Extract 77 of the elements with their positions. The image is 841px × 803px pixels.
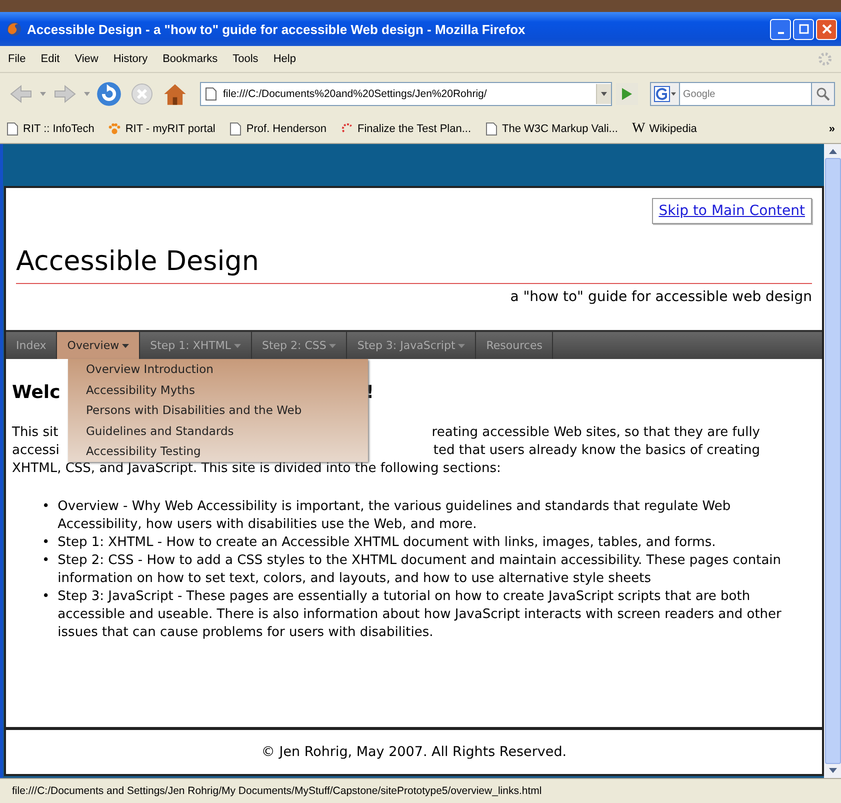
search-button[interactable]	[811, 82, 835, 106]
bullet-marker: •	[42, 588, 50, 606]
caret-icon	[671, 92, 676, 96]
menu-item[interactable]: History	[113, 53, 148, 65]
page-icon	[6, 122, 19, 136]
play-icon	[622, 88, 632, 100]
section-list-item: Step 1: XHTML - How to create an Accessible XHTML document with links, images, tables, and forms.	[58, 534, 716, 552]
google-g-icon	[654, 86, 670, 102]
paragraph-text: reating accessible Web sites, so that they are fully	[432, 424, 760, 442]
footer-text: © Jen Rohrig, May 2007. All Rights Reserved.	[261, 744, 567, 760]
section-list-item: Step 2: CSS - How to add a CSS styles to the XHTML document and maintain accessibility. These pages contain information on how to set text, colors, and layouts, and how to use alternative style sheets	[58, 552, 782, 588]
page-icon	[205, 87, 217, 101]
search-engine-button[interactable]	[650, 82, 680, 106]
close-button[interactable]	[816, 18, 837, 40]
site-title: Accessible Design	[16, 246, 260, 278]
page-icon	[485, 122, 498, 136]
page-icon	[229, 122, 242, 136]
menu-item[interactable]: File	[8, 53, 26, 65]
dropdown-menu-item[interactable]: Accessibility Myths	[68, 380, 368, 400]
dropdown-menu-item[interactable]: Guidelines and Standards	[68, 420, 368, 441]
menu-item[interactable]: View	[74, 53, 98, 65]
tagline: a "how to" guide for accessible web design	[509, 289, 812, 306]
url-text: file:///C:/Documents%20and%20Settings/Jen%20Rohrig/	[223, 88, 488, 100]
dropdown-menu-item[interactable]: Accessibility Testing	[68, 441, 368, 462]
section-list-item: Step 3: JavaScript - These pages are essentially a tutorial on how to create JavaScript scripts that are both accessible and useable. There is also information about how JavaScript interacts with screen readers and other issues that can cause problems for users with disabilities.	[58, 588, 782, 642]
dropdown-menu-item[interactable]: Overview Introduction	[68, 359, 368, 380]
reload-icon	[96, 81, 122, 107]
scroll-down-arrow-icon	[828, 768, 836, 773]
bullet-marker: •	[42, 552, 50, 570]
stop-icon	[130, 82, 154, 106]
dropdown-arrow-icon	[40, 92, 46, 96]
paragraph-text: This sit	[12, 424, 58, 442]
heading-text: !	[366, 381, 374, 405]
bullet-marker: •	[42, 534, 50, 552]
bookmark-item[interactable]: RIT :: InfoTech	[6, 122, 94, 136]
wikipedia-icon: W	[632, 121, 646, 137]
caret-icon	[601, 92, 607, 96]
bookmark-item[interactable]: Prof. Henderson	[229, 122, 326, 136]
window-title: Accessible Design - a "how to" guide for accessible Web design - Mozilla Firefox	[27, 22, 526, 36]
close-icon	[822, 24, 832, 34]
history-dropdown-button[interactable]	[596, 84, 611, 104]
bookmark-item[interactable]: Finalize the Test Plan...	[340, 122, 472, 136]
throbber-icon	[817, 51, 833, 67]
paragraph-text: ted that users already know the basics of creating	[433, 442, 760, 460]
maximize-icon	[798, 24, 808, 34]
vertical-scrollbar[interactable]	[824, 144, 841, 778]
reload-button[interactable]	[94, 79, 124, 109]
bookmark-item[interactable]: W Wikipedia	[632, 121, 697, 137]
search-field[interactable]: Google	[680, 82, 811, 106]
back-arrow-icon	[8, 84, 34, 104]
paragraph-text: accessi	[12, 442, 60, 460]
nav-tab[interactable]: Overview	[57, 332, 140, 359]
firefox-icon	[6, 21, 22, 37]
menu-item[interactable]: Edit	[40, 53, 60, 65]
more-bookmarks-button[interactable]: »	[828, 123, 835, 135]
menu-item[interactable]: Tools	[232, 53, 258, 65]
minimize-button[interactable]	[770, 18, 791, 40]
menu-item[interactable]: Help	[273, 53, 296, 65]
forward-arrow-icon	[52, 84, 78, 104]
status-bar: file:///C:/Documents and Settings/Jen Rohrig/My Documents/MyStuff/Capstone/sitePrototype5/overview_links.html	[0, 778, 841, 803]
skip-link[interactable]: Skip to Main Content	[652, 198, 812, 224]
search-icon	[816, 87, 830, 101]
dropdown-menu-item[interactable]: Persons with Disabilities and the Web	[68, 400, 368, 420]
paw-icon	[108, 122, 122, 136]
minimize-icon	[778, 32, 784, 34]
heading-text: Welc	[12, 381, 60, 405]
dropdown-arrow-icon	[84, 92, 90, 96]
bullet-marker: •	[42, 498, 50, 516]
scroll-up-arrow-icon	[828, 149, 836, 154]
menu-item[interactable]: Bookmarks	[162, 53, 218, 65]
paragraph-text: XHTML, CSS, and JavaScript. This site is divided into the following sections:	[12, 460, 502, 478]
go-button[interactable]	[616, 83, 638, 105]
bookmark-item[interactable]: The W3C Markup Vali...	[485, 122, 618, 136]
section-list-item: Overview - Why Web Accessibility is important, the various guidelines and standards that regulate Web Accessibility, how users with disabilities use the Web, and more.	[58, 498, 732, 534]
maximize-button[interactable]	[793, 18, 814, 40]
address-field[interactable]: file:///C:/Documents%20and%20Settings/Jen%20Rohrig/	[200, 82, 612, 106]
bookmark-item[interactable]: RIT - myRIT portal	[108, 122, 216, 136]
